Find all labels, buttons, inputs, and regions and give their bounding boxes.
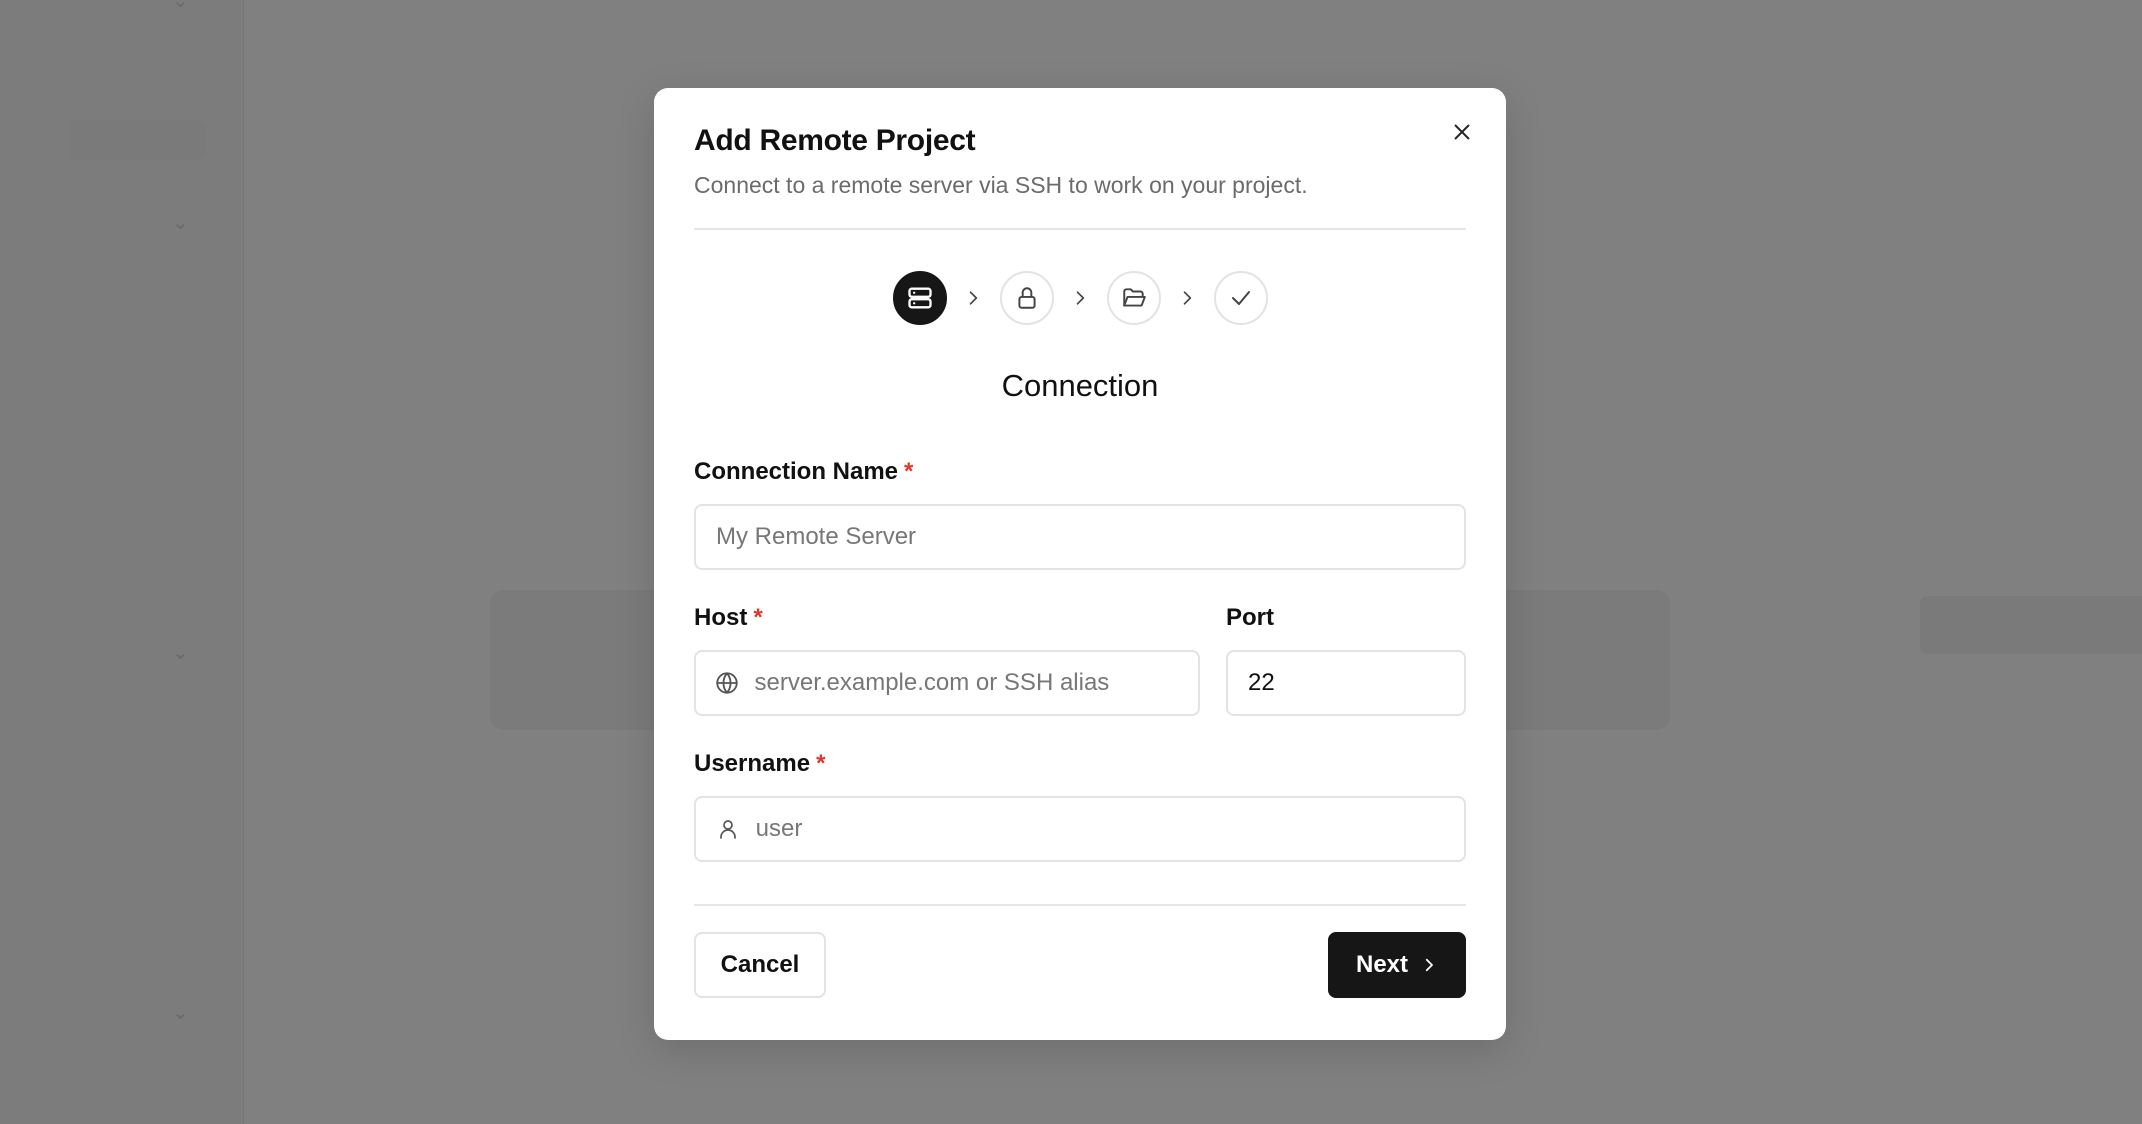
globe-icon (714, 668, 741, 698)
chevron-right-icon (1183, 291, 1192, 305)
next-button-label: Next (1355, 951, 1409, 978)
username-field[interactable] (694, 796, 1466, 862)
host-field[interactable] (694, 650, 1200, 716)
user-icon (714, 814, 742, 844)
username-label-text: Username (694, 750, 811, 777)
background-panel (1920, 596, 2142, 654)
stepper (654, 270, 1506, 326)
step-separator (1054, 288, 1107, 308)
add-remote-project-dialog: Add Remote Project Connect to a remote s… (654, 88, 1506, 1040)
chevron-right-icon (969, 291, 978, 305)
next-button[interactable]: Next (1328, 932, 1466, 998)
connection-name-label-text: Connection Name (694, 458, 899, 485)
close-icon (1454, 124, 1470, 140)
username-input[interactable] (755, 798, 1464, 860)
connection-name-label: Connection Name * (694, 458, 913, 486)
port-input[interactable] (1248, 652, 1464, 714)
chevron-right-icon (1425, 958, 1433, 972)
footer-divider (694, 904, 1466, 906)
chevron-right-icon (1076, 291, 1085, 305)
background-filter (70, 120, 206, 160)
lock-icon (1017, 287, 1036, 309)
chevron-down-icon: ⌄ (172, 212, 189, 234)
required-marker: * (753, 604, 763, 631)
connection-name-input[interactable] (716, 506, 1464, 568)
close-button[interactable] (1446, 116, 1478, 148)
port-field[interactable] (1226, 650, 1466, 716)
check-icon (1231, 291, 1250, 305)
step-connection (892, 271, 947, 325)
dialog-title: Add Remote Project (694, 124, 976, 157)
host-label-text: Host (694, 604, 748, 631)
host-label: Host * (694, 604, 763, 632)
step-separator (947, 288, 1000, 308)
background-sidebar: ⌄ ⌄ ⌄ ⌄ (0, 0, 244, 1124)
chevron-down-icon: ⌄ (172, 0, 189, 12)
required-marker: * (816, 750, 826, 777)
host-input[interactable] (754, 652, 1198, 714)
folder-open-icon (1122, 288, 1146, 307)
chevron-down-icon: ⌄ (172, 1002, 189, 1024)
header-divider (694, 228, 1466, 230)
chevron-down-icon: ⌄ (172, 642, 189, 664)
step-separator (1161, 288, 1214, 308)
step-folder (1106, 271, 1161, 325)
required-marker: * (904, 458, 914, 485)
step-confirm (1213, 271, 1268, 325)
cancel-button[interactable]: Cancel (694, 932, 826, 998)
connection-name-field[interactable] (694, 504, 1466, 570)
server-icon (907, 287, 932, 309)
step-authentication (999, 271, 1054, 325)
section-title: Connection (1001, 368, 1159, 403)
port-label: Port (1226, 604, 1274, 631)
username-label: Username * (694, 750, 825, 778)
dialog-subtitle: Connect to a remote server via SSH to wo… (694, 172, 1308, 198)
